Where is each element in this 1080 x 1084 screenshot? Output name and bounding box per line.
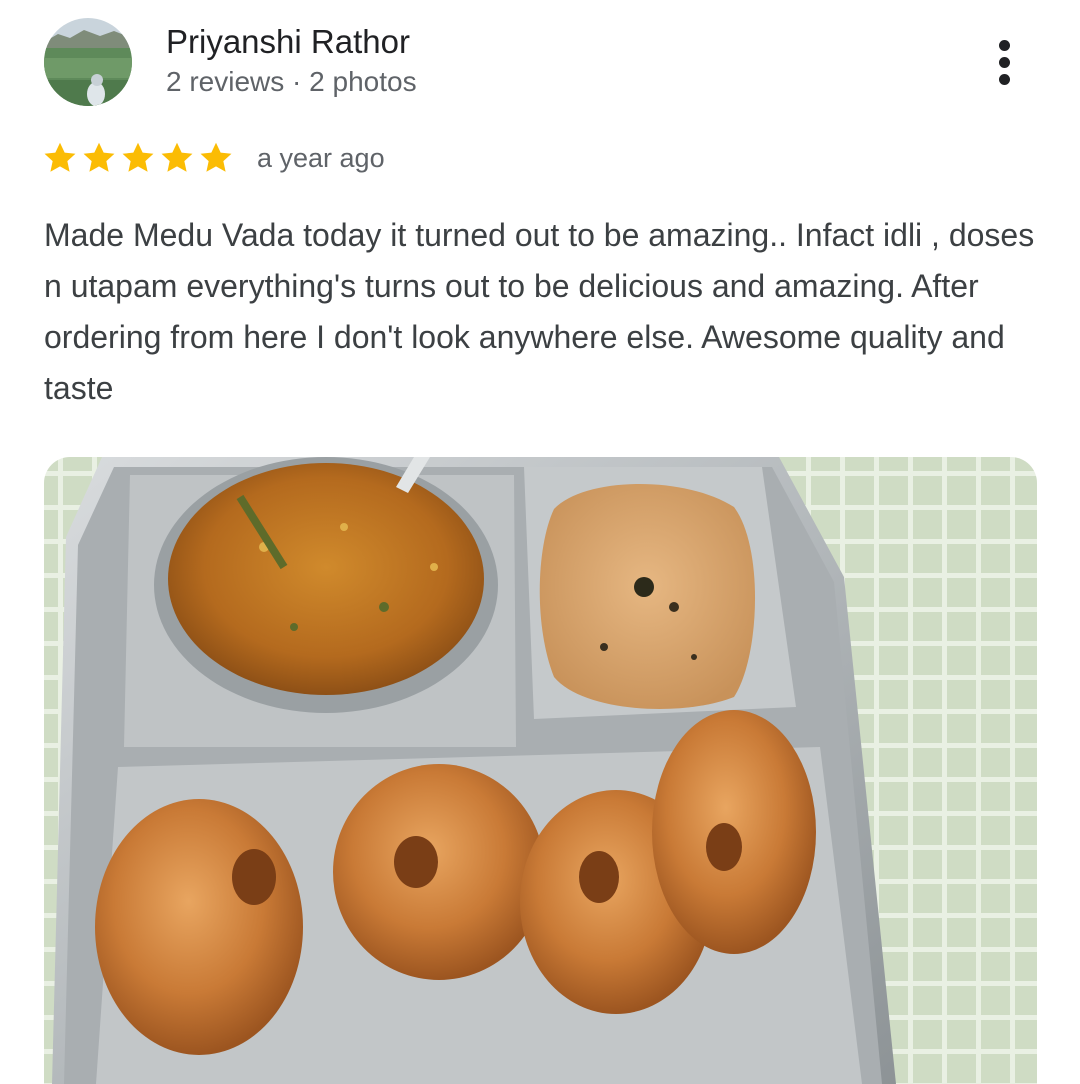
star-icon (44, 142, 76, 172)
star-icon (200, 142, 232, 172)
reviewer-avatar[interactable] (44, 18, 132, 106)
rating-row: a year ago (42, 138, 385, 178)
more-vert-icon[interactable] (984, 34, 1024, 90)
star-rating (42, 140, 237, 176)
review-text: Made Medu Vada today it turned out to be… (44, 217, 1035, 406)
star-icon (122, 142, 154, 172)
reviewer-meta: 2 reviews · 2 photos (166, 66, 417, 97)
reviewer-name[interactable]: Priyanshi Rathor (166, 22, 410, 62)
review-time: a year ago (257, 143, 385, 173)
star-icon (83, 142, 115, 172)
review-photo[interactable] (44, 457, 1037, 1084)
star-icon (161, 142, 193, 172)
